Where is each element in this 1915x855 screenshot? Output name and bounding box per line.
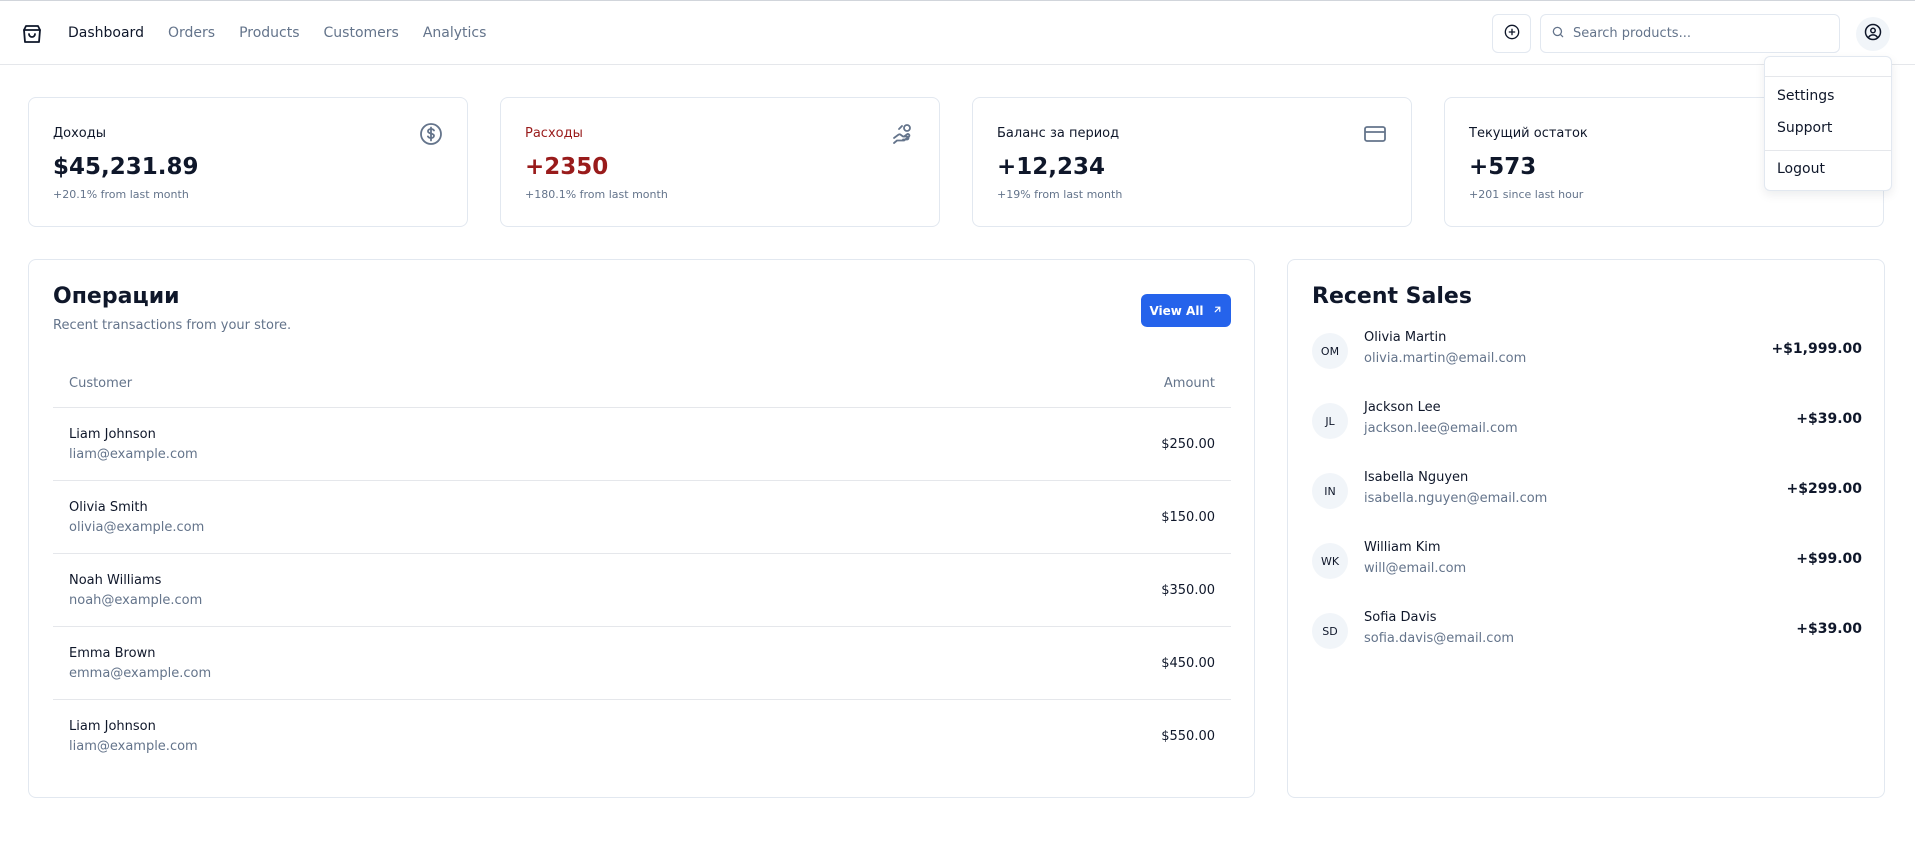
- sale-amount: +$1,999.00: [1771, 341, 1862, 357]
- customer-email: liam@example.com: [69, 739, 198, 754]
- customer-name: Olivia Smith: [69, 499, 148, 515]
- list-item[interactable]: SD Sofia Davis sofia.davis@email.com +$3…: [1312, 606, 1862, 656]
- transaction-amount: $550.00: [1161, 729, 1215, 744]
- recent-sales-title: Recent Sales: [1312, 284, 1472, 309]
- table-row[interactable]: Noah Williams noah@example.com $350.00: [53, 554, 1231, 627]
- stat-card-expenses: Расходы +2350 +180.1% from last month: [500, 97, 940, 227]
- stat-title: Доходы: [53, 126, 107, 141]
- dollar-circle-icon: [419, 122, 443, 146]
- user-circle-icon: [1864, 23, 1882, 45]
- stat-value: +2350: [525, 154, 609, 180]
- customer-email: noah@example.com: [69, 592, 203, 608]
- avatar: IN: [1312, 473, 1348, 509]
- operations-description: Recent transactions from your store.: [53, 318, 292, 333]
- stat-title: Расходы: [525, 126, 583, 141]
- customer-name: Noah Williams: [69, 572, 162, 588]
- transactions-table: Customer Amount Liam Johnson liam@exampl…: [53, 360, 1231, 773]
- user-menu-button[interactable]: [1856, 17, 1890, 51]
- customer-name: Liam Johnson: [69, 426, 156, 442]
- add-button[interactable]: [1492, 14, 1531, 53]
- stat-subtitle: +201 since last hour: [1469, 188, 1584, 201]
- search-icon: [1551, 24, 1565, 43]
- table-row[interactable]: Liam Johnson liam@example.com $250.00: [53, 408, 1231, 481]
- avatar: OM: [1312, 333, 1348, 369]
- view-all-label: View All: [1149, 303, 1204, 318]
- customer-email: emma@example.com: [69, 665, 212, 681]
- stat-card-balance: Баланс за период +12,234 +19% from last …: [972, 97, 1412, 227]
- nav-orders[interactable]: Orders: [168, 25, 215, 41]
- customer-name: Liam Johnson: [69, 719, 156, 734]
- sale-customer-name: Isabella Nguyen: [1364, 470, 1469, 485]
- stat-subtitle: +20.1% from last month: [53, 188, 189, 201]
- transaction-amount: $250.00: [1161, 436, 1215, 452]
- sale-customer-email: will@email.com: [1364, 561, 1467, 576]
- list-item[interactable]: OM Olivia Martin olivia.martin@email.com…: [1312, 326, 1862, 376]
- column-header-amount: Amount: [1163, 376, 1215, 391]
- main-nav: Dashboard Orders Products Customers Anal…: [68, 1, 486, 65]
- table-row[interactable]: Olivia Smith olivia@example.com $150.00: [53, 481, 1231, 554]
- customer-email: liam@example.com: [69, 446, 198, 462]
- avatar: JL: [1312, 403, 1348, 439]
- table-row[interactable]: Emma Brown emma@example.com $450.00: [53, 627, 1231, 700]
- customer-email: olivia@example.com: [69, 519, 205, 535]
- stat-subtitle: +180.1% from last month: [525, 188, 668, 201]
- stat-value: +573: [1469, 154, 1537, 180]
- sale-amount: +$39.00: [1796, 411, 1862, 427]
- menu-divider: [1765, 76, 1891, 77]
- sale-customer-email: jackson.lee@email.com: [1364, 421, 1518, 436]
- nav-customers[interactable]: Customers: [324, 25, 399, 41]
- sale-customer-email: isabella.nguyen@email.com: [1364, 491, 1548, 506]
- arrow-up-right-icon: [1212, 304, 1223, 318]
- avatar: WK: [1312, 543, 1348, 579]
- sale-amount: +$39.00: [1796, 621, 1862, 637]
- menu-divider: [1765, 150, 1891, 151]
- sale-customer-email: olivia.martin@email.com: [1364, 351, 1527, 366]
- list-item[interactable]: JL Jackson Lee jackson.lee@email.com +$3…: [1312, 396, 1862, 446]
- stat-subtitle: +19% from last month: [997, 188, 1123, 201]
- view-all-button[interactable]: View All: [1141, 294, 1231, 327]
- search-input[interactable]: [1573, 26, 1823, 41]
- hand-coins-icon: [891, 122, 915, 146]
- sale-customer-name: Olivia Martin: [1364, 330, 1447, 345]
- shopping-bag-icon[interactable]: [20, 22, 44, 46]
- table-header: Customer Amount: [53, 360, 1231, 408]
- search-box: [1540, 14, 1840, 53]
- stat-value: +12,234: [997, 154, 1106, 180]
- sale-customer-name: Sofia Davis: [1364, 610, 1437, 625]
- sale-customer-email: sofia.davis@email.com: [1364, 631, 1515, 646]
- list-item[interactable]: IN Isabella Nguyen isabella.nguyen@email…: [1312, 466, 1862, 516]
- top-navbar: Dashboard Orders Products Customers Anal…: [0, 1, 1915, 65]
- menu-item-logout[interactable]: Logout: [1777, 161, 1825, 177]
- customer-name: Emma Brown: [69, 645, 156, 661]
- avatar: SD: [1312, 613, 1348, 649]
- menu-item-support[interactable]: Support: [1777, 120, 1832, 136]
- operations-title: Операции: [53, 284, 180, 309]
- plus-circle-icon: [1504, 24, 1520, 44]
- list-item[interactable]: WK William Kim will@email.com +$99.00: [1312, 536, 1862, 586]
- transaction-amount: $450.00: [1161, 655, 1215, 671]
- nav-products[interactable]: Products: [239, 25, 299, 41]
- credit-card-icon: [1363, 122, 1387, 146]
- nav-dashboard[interactable]: Dashboard: [68, 25, 144, 41]
- transaction-amount: $150.00: [1161, 509, 1215, 525]
- user-dropdown-menu: Settings Support Logout: [1764, 56, 1892, 191]
- operations-card: Операции Recent transactions from your s…: [28, 259, 1255, 798]
- sale-amount: +$299.00: [1786, 481, 1863, 497]
- transaction-amount: $350.00: [1161, 582, 1215, 598]
- stat-title: Текущий остаток: [1469, 126, 1588, 141]
- menu-item-settings[interactable]: Settings: [1777, 88, 1834, 104]
- stat-value: $45,231.89: [53, 154, 199, 180]
- recent-sales-card: Recent Sales OM Olivia Martin olivia.mar…: [1287, 259, 1885, 798]
- sale-amount: +$99.00: [1796, 551, 1862, 567]
- stat-card-income: Доходы $45,231.89 +20.1% from last month: [28, 97, 468, 227]
- sale-customer-name: William Kim: [1364, 540, 1441, 555]
- nav-analytics[interactable]: Analytics: [423, 25, 487, 41]
- stat-title: Баланс за период: [997, 126, 1120, 141]
- sale-customer-name: Jackson Lee: [1364, 400, 1441, 415]
- table-row[interactable]: Liam Johnson liam@example.com $550.00: [53, 700, 1231, 773]
- column-header-customer: Customer: [69, 376, 133, 391]
